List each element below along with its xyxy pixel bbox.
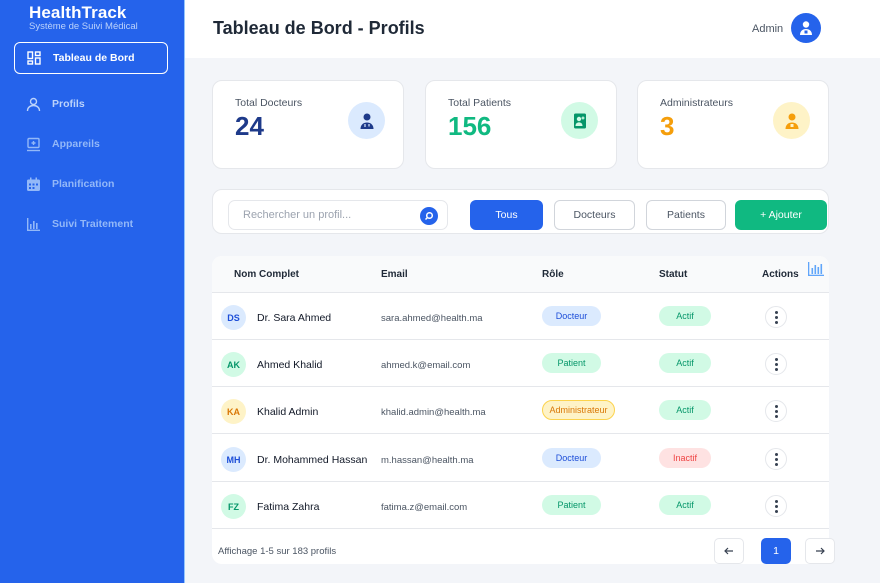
brand: HealthTrack Système de Suivi Médical bbox=[29, 3, 138, 32]
filter-patients-button[interactable]: Patients bbox=[646, 200, 726, 230]
table-row[interactable]: AK Ahmed Khalid ahmed.k@email.com Patien… bbox=[212, 340, 829, 387]
brand-subtitle: Système de Suivi Médical bbox=[29, 21, 138, 32]
stat-value: 156 bbox=[448, 111, 492, 141]
sidebar-item-label: Profils bbox=[52, 98, 85, 110]
arrow-left-icon bbox=[724, 547, 733, 555]
brand-title: HealthTrack bbox=[29, 3, 127, 22]
column-header-email: Email bbox=[381, 269, 408, 280]
sidebar-item-label: Appareils bbox=[52, 138, 100, 150]
stat-label: Total Docteurs bbox=[235, 97, 303, 109]
topbar: Tableau de Bord - Profils Admin bbox=[185, 0, 880, 58]
status-badge: Actif bbox=[659, 400, 711, 420]
user-badge-icon bbox=[800, 21, 812, 35]
bar-chart-icon[interactable] bbox=[808, 262, 824, 281]
role-badge: Administrateur bbox=[542, 400, 615, 420]
table-header: Nom Complet Email Rôle Statut Actions bbox=[212, 256, 829, 293]
next-page-button[interactable] bbox=[805, 538, 835, 564]
row-email: sara.ahmed@health.ma bbox=[381, 313, 483, 324]
role-badge: Docteur bbox=[542, 306, 601, 326]
dashboard-icon bbox=[26, 50, 42, 66]
stat-label: Total Patients bbox=[448, 97, 512, 109]
stat-card-admins: Administrateurs 3 bbox=[637, 80, 829, 169]
patient-icon bbox=[561, 102, 598, 139]
filter-bar: Rechercher un profil... Tous Docteurs Pa… bbox=[212, 189, 829, 234]
avatar: MH bbox=[221, 447, 246, 472]
column-header-actions: Actions bbox=[762, 269, 799, 280]
sidebar-item-treatment[interactable]: Suivi Traitement bbox=[14, 208, 168, 240]
status-badge: Actif bbox=[659, 353, 711, 373]
column-header-name: Nom Complet bbox=[234, 269, 299, 280]
status-badge: Actif bbox=[659, 306, 711, 326]
chart-icon bbox=[25, 216, 41, 232]
user-icon bbox=[25, 96, 41, 112]
row-email: khalid.admin@health.ma bbox=[381, 407, 486, 418]
profiles-table: Nom Complet Email Rôle Statut Actions DS… bbox=[212, 256, 835, 564]
column-header-role: Rôle bbox=[542, 269, 564, 280]
search-placeholder: Rechercher un profil... bbox=[243, 209, 352, 221]
role-badge: Docteur bbox=[542, 448, 601, 468]
avatar: DS bbox=[221, 305, 246, 330]
stat-value: 24 bbox=[235, 111, 264, 141]
more-options-button[interactable] bbox=[765, 353, 787, 375]
row-email: fatima.z@email.com bbox=[381, 502, 468, 513]
row-name: Ahmed Khalid bbox=[257, 359, 323, 371]
more-options-button[interactable] bbox=[765, 495, 787, 517]
sidebar-item-label: Tableau de Bord bbox=[53, 52, 135, 64]
status-badge: Actif bbox=[659, 495, 711, 515]
status-badge: Inactif bbox=[659, 448, 711, 468]
stat-value: 3 bbox=[660, 111, 675, 141]
more-options-button[interactable] bbox=[765, 448, 787, 470]
sidebar-item-profiles[interactable]: Profils bbox=[14, 88, 168, 120]
table-row[interactable]: DS Dr. Sara Ahmed sara.ahmed@health.ma D… bbox=[212, 293, 829, 340]
more-options-button[interactable] bbox=[765, 400, 787, 422]
prev-page-button[interactable] bbox=[714, 538, 744, 564]
add-button[interactable]: + Ajouter bbox=[735, 200, 827, 230]
avatar: AK bbox=[221, 352, 246, 377]
stat-card-patients: Total Patients 156 bbox=[425, 80, 617, 169]
avatar: FZ bbox=[221, 494, 246, 519]
sidebar-item-dashboard[interactable]: Tableau de Bord bbox=[14, 42, 168, 74]
page-button-current[interactable]: 1 bbox=[761, 538, 791, 564]
search-icon[interactable] bbox=[420, 207, 438, 225]
table-row[interactable]: MH Dr. Mohammed Hassan m.hassan@health.m… bbox=[212, 435, 829, 482]
arrow-right-icon bbox=[816, 547, 825, 555]
role-badge: Patient bbox=[542, 495, 601, 515]
stat-label: Administrateurs bbox=[660, 97, 733, 109]
pagination-summary: Affichage 1-5 sur 183 profils bbox=[218, 546, 337, 557]
avatar: KA bbox=[221, 399, 246, 424]
doctor-icon bbox=[348, 102, 385, 139]
row-name: Fatima Zahra bbox=[257, 501, 320, 513]
row-email: m.hassan@health.ma bbox=[381, 455, 474, 466]
user-avatar[interactable] bbox=[791, 13, 821, 43]
sidebar-item-label: Planification bbox=[52, 178, 115, 190]
column-header-status: Statut bbox=[659, 269, 688, 280]
row-name: Dr. Mohammed Hassan bbox=[257, 454, 368, 466]
row-name: Dr. Sara Ahmed bbox=[257, 312, 332, 324]
admin-icon bbox=[773, 102, 810, 139]
role-badge: Patient bbox=[542, 353, 601, 373]
calendar-icon bbox=[25, 176, 41, 192]
sidebar-item-devices[interactable]: Appareils bbox=[14, 128, 168, 160]
user-label: Admin bbox=[752, 23, 784, 35]
table-row[interactable]: KA Khalid Admin khalid.admin@health.ma A… bbox=[212, 387, 829, 434]
sidebar-item-planning[interactable]: Planification bbox=[14, 168, 168, 200]
filter-doctors-button[interactable]: Docteurs bbox=[554, 200, 635, 230]
row-email: ahmed.k@email.com bbox=[381, 360, 471, 371]
table-row[interactable]: FZ Fatima Zahra fatima.z@email.com Patie… bbox=[212, 482, 829, 529]
search-input[interactable]: Rechercher un profil... bbox=[228, 200, 448, 230]
stat-card-doctors: Total Docteurs 24 bbox=[212, 80, 404, 169]
device-icon bbox=[25, 136, 41, 152]
row-name: Khalid Admin bbox=[257, 406, 319, 418]
sidebar: HealthTrack Système de Suivi Médical Tab… bbox=[0, 0, 185, 583]
sidebar-item-label: Suivi Traitement bbox=[52, 218, 134, 230]
filter-all-button[interactable]: Tous bbox=[470, 200, 543, 230]
page-title: Tableau de Bord - Profils bbox=[213, 18, 425, 38]
more-options-button[interactable] bbox=[765, 306, 787, 328]
